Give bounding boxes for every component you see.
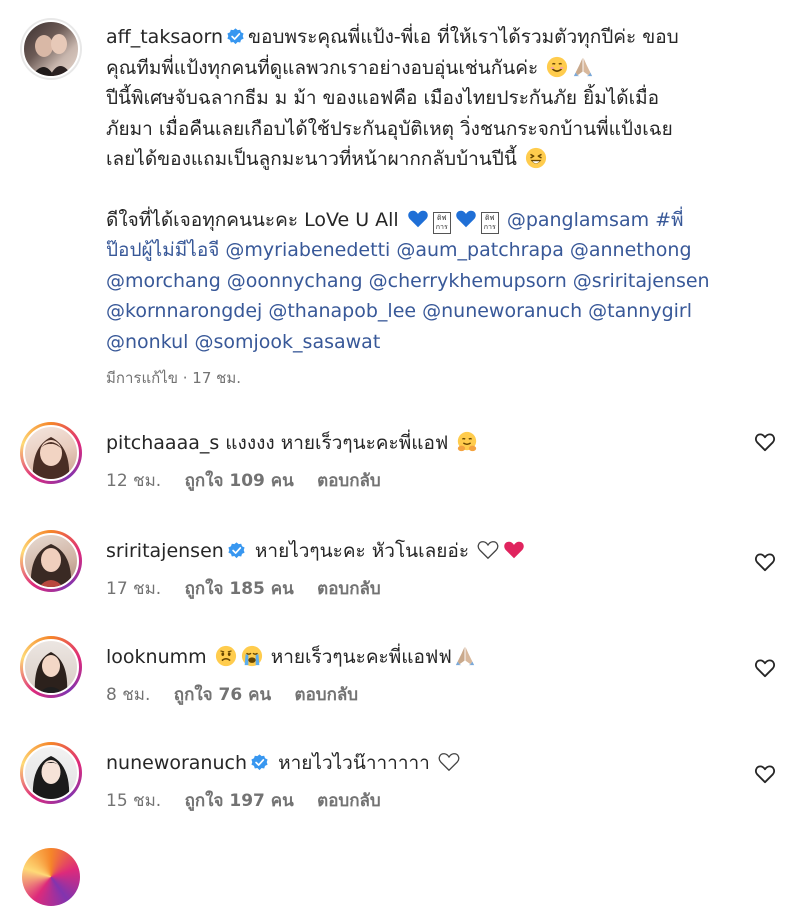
comment-body: หายไวไวน๊าาาาาา <box>278 752 430 774</box>
mention-line-4[interactable]: @kornnarongdej @thanapob_lee @nuneworanu… <box>106 296 766 327</box>
caption-meta: มีการแก้ไข · 17 ชม. <box>106 369 241 387</box>
commenter-avatar[interactable] <box>20 742 82 804</box>
reply-button[interactable]: ตอบกลับ <box>317 791 381 811</box>
caption-line-2: คุณทีมพี่แป้งทุกคนที่ดูแลพวกเราอย่างอบอุ… <box>106 53 766 84</box>
comment-text: looknumm หายเร็วๆนะคะพี่แอฟฟ <box>106 644 478 670</box>
praying-hands-emoji-icon <box>455 646 474 666</box>
caption-line-3: ปีนี้พิเศษจับฉลากธีม ม ม้า ของแอฟคือ เมื… <box>106 87 660 109</box>
comment-time: 15 ชม. <box>106 791 162 811</box>
caption-author-avatar[interactable] <box>20 18 82 80</box>
caption-paragraph-gap <box>106 175 766 205</box>
comment-body: หายเร็วๆนะคะพี่แอฟฟ <box>270 646 452 668</box>
sad-emoji-icon <box>215 645 236 667</box>
caption-line-7: ดีใจที่ได้เจอทุกคนนะคะ LoVe U All ดิฟ กา… <box>106 205 766 236</box>
comment-text: pitchaaaa_s แงงงง หายเร็วๆนะคะพี่แอฟ <box>106 430 480 456</box>
comment-meta: 17 ชม. ถูกใจ 185 คน ตอบกลับ <box>106 575 381 602</box>
verified-badge-icon <box>228 542 245 559</box>
comment-likes[interactable]: ถูกใจ 185 คน <box>185 579 294 599</box>
comment-body: แงงงง หายเร็วๆนะคะพี่แอฟ <box>225 432 449 454</box>
comment-username[interactable]: pitchaaaa_s <box>106 432 219 454</box>
caption-line-1: aff_taksaorn ขอบพระคุณพี่แป้ง-พี่เอ ที่ให… <box>106 22 766 53</box>
praying-hands-emoji-icon <box>574 57 593 76</box>
avatar-photo-icon <box>32 756 70 799</box>
crying-emoji-icon <box>241 645 262 667</box>
comment-item: looknumm หายเร็วๆนะคะพี่แอฟฟ 8 ชม. ถูกใจ… <box>20 636 780 736</box>
blue-heart-emoji-icon <box>456 210 476 227</box>
comment-time: 17 ชม. <box>106 579 162 599</box>
comment-meta: 12 ชม. ถูกใจ 109 คน ตอบกลับ <box>106 467 381 494</box>
comment-body: หายไวๆนะคะ หัวโนเลยอ่ะ <box>254 540 470 562</box>
caption-username[interactable]: aff_taksaorn <box>106 26 223 48</box>
verified-badge-icon <box>251 754 268 771</box>
commenter-avatar[interactable] <box>20 636 82 698</box>
commenter-avatar[interactable] <box>20 530 82 592</box>
mention-link[interactable]: @panglamsam #พี่ <box>507 209 684 231</box>
heart-outline-icon[interactable] <box>754 658 776 678</box>
caption-text-line-5: เลยได้ของแถมเป็นลูกมะนาวที่หน้าผากกลับบ้… <box>106 148 517 170</box>
caption-text-block: aff_taksaorn ขอบพระคุณพี่แป้ง-พี่เอ ที่ให… <box>106 22 766 394</box>
heart-outline-icon[interactable] <box>754 764 776 784</box>
laughing-emoji-icon <box>525 147 546 169</box>
comment-text: nuneworanuch หายไวไวน๊าาาาาา <box>106 750 462 776</box>
avatar-photo-icon <box>34 652 68 693</box>
next-commenter-avatar[interactable] <box>22 848 80 906</box>
comment-item: pitchaaaa_s แงงงง หายเร็วๆนะคะพี่แอฟ 12 … <box>20 422 780 522</box>
comment-text: sriritajensen หายไวๆนะคะ หัวโนเลยอ่ะ <box>106 538 527 564</box>
white-heart-emoji-icon <box>477 541 499 560</box>
verified-badge-icon <box>227 28 244 45</box>
comment-likes[interactable]: ถูกใจ 76 คน <box>174 685 271 705</box>
comment-time: 12 ชม. <box>106 471 162 491</box>
missing-glyph-emoji-icon: ดิฟ การ <box>480 211 499 234</box>
comment-username[interactable]: looknumm <box>106 646 207 668</box>
missing-glyph-emoji-icon: ดิฟ การ <box>432 211 451 234</box>
reply-button[interactable]: ตอบกลับ <box>295 685 359 705</box>
heart-outline-icon[interactable] <box>754 552 776 572</box>
hugging-emoji-icon <box>458 431 477 452</box>
smile-emoji-icon <box>547 56 568 77</box>
comment-meta: 8 ชม. ถูกใจ 76 คน ตอบกลับ <box>106 681 358 708</box>
mention-line-3[interactable]: @morchang @oonnychang @cherrykhemupsorn … <box>106 266 766 297</box>
mention-line-5[interactable]: @nonkul @somjook_sasawat <box>106 327 766 358</box>
comment-item: nuneworanuch หายไวไวน๊าาาาาา 15 ชม. ถูกใ… <box>20 742 780 842</box>
comment-username[interactable]: nuneworanuch <box>106 752 247 774</box>
white-heart-emoji-icon <box>438 753 460 772</box>
avatar-photo-icon <box>32 437 70 479</box>
caption-text-line-7: ดีใจที่ได้เจอทุกคนนะคะ LoVe U All <box>106 208 399 231</box>
comment-likes[interactable]: ถูกใจ 197 คน <box>185 791 294 811</box>
comment-meta: 15 ชม. ถูกใจ 197 คน ตอบกลับ <box>106 787 381 814</box>
comment-time: 8 ชม. <box>106 685 151 705</box>
blue-heart-emoji-icon <box>408 210 428 227</box>
comment-likes[interactable]: ถูกใจ 109 คน <box>185 471 294 491</box>
comment-item: sriritajensen หายไวๆนะคะ หัวโนเลยอ่ะ 17 … <box>20 530 780 630</box>
caption-line-4: ภัยมา เมื่อคืนเลยเกือบได้ใช้ประกันอุบัติ… <box>106 117 673 140</box>
avatar-photo-icon <box>30 544 72 587</box>
avatar-photo-icon <box>32 34 72 76</box>
caption-text-line-1: ขอบพระคุณพี่แป้ง-พี่เอ ที่ให้เราได้รวมตั… <box>248 26 679 48</box>
commenter-avatar[interactable] <box>20 422 82 484</box>
heart-outline-icon[interactable] <box>754 432 776 452</box>
red-heart-icon <box>504 541 524 559</box>
comment-username[interactable]: sriritajensen <box>106 540 224 562</box>
caption-text-line-2: คุณทีมพี่แป้งทุกคนที่ดูแลพวกเราอย่างอบอุ… <box>106 56 539 79</box>
reply-button[interactable]: ตอบกลับ <box>317 579 381 599</box>
caption-line-5: เลยได้ของแถมเป็นลูกมะนาวที่หน้าผากกลับบ้… <box>106 144 766 175</box>
reply-button[interactable]: ตอบกลับ <box>317 471 381 491</box>
mention-line-2[interactable]: ป๊อปผู้ไม่มีไอจี @myriabenedetti @aum_pa… <box>106 235 766 266</box>
